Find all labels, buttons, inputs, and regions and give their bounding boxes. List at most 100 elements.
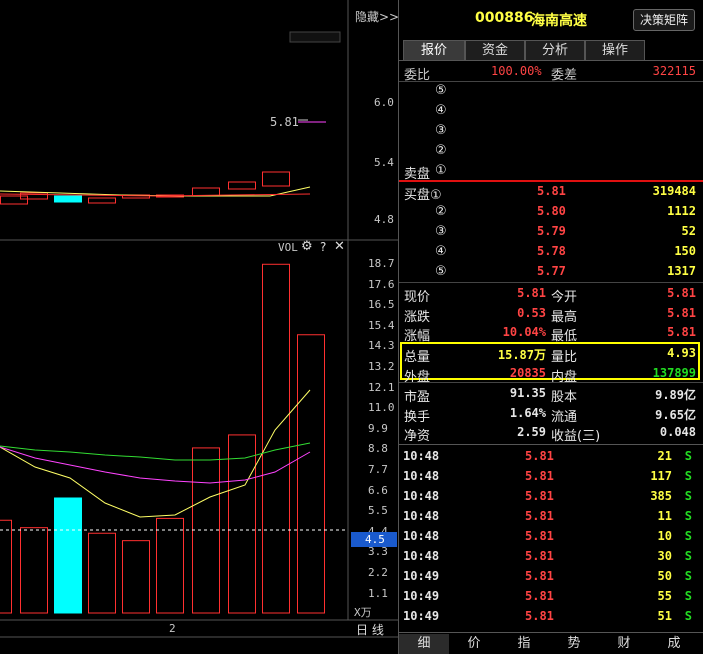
help-icon[interactable]: ? — [320, 240, 326, 254]
volume_box-value: 137899 — [652, 365, 696, 380]
quote-value: 0.53 — [517, 305, 546, 320]
quote-label: 涨跌 — [404, 309, 431, 325]
buy-level-price: 5.79 — [537, 224, 566, 238]
buy-level-label: ② — [435, 204, 447, 219]
buy-level-volume: 52 — [681, 224, 696, 238]
volume-axis-tick: 6.6 — [368, 483, 388, 497]
buy-level-row: ⑤ 5.77 1317 — [399, 262, 703, 282]
tick-price: 5.81 — [525, 549, 554, 563]
tick-price: 5.81 — [525, 589, 554, 603]
volume-axis-tick: 18.7 — [368, 257, 395, 270]
volume-bar — [88, 532, 116, 614]
tick-time: 10:48 — [403, 489, 440, 503]
tab-quote[interactable]: 报价 — [403, 40, 465, 60]
volume-axis-tick: 2.2 — [368, 566, 388, 579]
tick-price: 5.81 — [525, 569, 554, 583]
gear-icon[interactable]: ⚙ — [301, 239, 313, 254]
quote-value: 5.81 — [667, 325, 696, 339]
tab-funds[interactable]: 资金 — [465, 40, 525, 60]
fundamentals-label: 净资 — [404, 429, 431, 444]
bottom-tab-finance[interactable]: 财 — [599, 634, 649, 654]
tick-side: S — [684, 609, 692, 623]
tick-side: S — [684, 469, 692, 483]
quote-panel: 隐藏>> 000886 海南高速 决策矩阵 报价 资金 分析 操作 委比 100… — [355, 0, 703, 654]
chart-canvas[interactable] — [0, 0, 398, 654]
tick-row: 10:48 5.81 117 S — [399, 467, 703, 487]
price-axis-tick: 6.0 — [374, 96, 394, 109]
volume_box-value: 20835 — [509, 365, 546, 380]
bottom-tab-price[interactable]: 价 — [449, 634, 499, 654]
fundamentals-value: 91.35 — [509, 386, 546, 400]
volume-bar — [262, 263, 290, 614]
price-marker-label: 5.81 — [270, 115, 299, 129]
tick-volume: 30 — [657, 549, 672, 563]
volume-axis-tick: 12.1 — [368, 380, 395, 394]
tick-row: 10:48 5.81 11 S — [399, 507, 703, 527]
period-label[interactable]: 日 线 — [356, 621, 384, 638]
bottom-tab-index[interactable]: 指 — [499, 634, 549, 654]
buy-level-label: 买盘① — [404, 188, 442, 203]
tick-side: S — [684, 549, 692, 563]
quote-row: 涨幅 10.04% 最低 5.81 — [399, 323, 703, 344]
kline-chart[interactable]: 6.0 5.4 4.8 5.81 VOL ⚙ ? ✕ 18.7 17.6 16.5 1… — [0, 0, 398, 654]
buy-level-label: ④ — [435, 244, 447, 259]
volume-bar — [122, 540, 150, 614]
price-candle — [0, 195, 28, 205]
tick-row: 10:49 5.81 55 S — [399, 587, 703, 607]
tick-side: S — [684, 509, 692, 523]
close-icon[interactable]: ✕ — [334, 239, 345, 254]
tick-time: 10:49 — [403, 569, 440, 583]
tick-side: S — [684, 489, 692, 503]
volume-axis-tick: 11.0 — [368, 401, 395, 415]
volume-axis-tick: 1.1 — [368, 586, 388, 600]
tab-operation[interactable]: 操作 — [585, 40, 645, 60]
buy-level-price: 5.77 — [537, 264, 566, 278]
tick-volume: 11 — [657, 509, 672, 523]
fundamentals-label: 市盈 — [404, 390, 431, 405]
tick-row: 10:48 5.81 30 S — [399, 547, 703, 567]
fundamentals-label: 流通 — [551, 409, 578, 425]
quote-row: 涨跌 0.53 最高 5.81 — [399, 304, 703, 325]
volume-unit-label: X万 — [354, 606, 372, 619]
bottom-tab-deals[interactable]: 成 — [649, 634, 699, 654]
buy-level-price: 5.78 — [537, 244, 566, 258]
tick-time: 10:49 — [403, 609, 440, 623]
buy-level-row: 买盘① 5.81 319484 — [399, 182, 703, 203]
tick-volume: 117 — [650, 469, 672, 483]
volume-bar — [20, 527, 48, 614]
bottom-tab-trend[interactable]: 势 — [549, 634, 599, 654]
quote-label: 今开 — [551, 290, 578, 305]
fundamentals-label: 换手 — [404, 409, 431, 425]
fundamentals-value: 1.64% — [509, 405, 546, 420]
volume-bar — [0, 519, 12, 614]
stock-code: 000886 — [475, 10, 534, 26]
buy-level-label: ③ — [435, 224, 447, 239]
tick-row: 10:48 5.81 21 S — [399, 447, 703, 467]
sell-level-5: ⑤ — [435, 83, 447, 98]
tick-price: 5.81 — [525, 449, 554, 463]
tab-analysis[interactable]: 分析 — [525, 40, 585, 60]
tick-time: 10:49 — [403, 589, 440, 603]
price-candle — [228, 181, 256, 190]
volume_box-row: 外盘 20835 内盘 137899 — [399, 364, 703, 385]
tick-side: S — [684, 589, 692, 603]
sell-level-2: ② — [435, 143, 447, 158]
buy-level-label: ⑤ — [435, 264, 447, 279]
hide-panel-link[interactable]: 隐藏>> — [355, 8, 399, 25]
fundamentals-label: 收益(三) — [551, 429, 601, 444]
fundamentals-row: 净资 2.59 收益(三) 0.048 — [399, 423, 703, 444]
buy-level-price: 5.81 — [537, 184, 566, 198]
tick-time: 10:48 — [403, 529, 440, 543]
tick-volume: 51 — [657, 609, 672, 623]
sell-level-4: ④ — [435, 103, 447, 118]
quote-value: 5.81 — [517, 286, 546, 300]
volume-axis-tick: 7.7 — [368, 463, 388, 476]
quote-value: 5.81 — [667, 286, 696, 300]
order-diff-value: 322115 — [652, 64, 696, 78]
bottom-tab-detail[interactable]: 细 — [399, 634, 449, 654]
volume-bar — [156, 517, 184, 614]
volume-axis-tick: 3.3 — [368, 545, 388, 559]
decision-matrix-button[interactable]: 决策矩阵 — [633, 9, 695, 31]
tick-side: S — [684, 449, 692, 463]
tick-volume: 50 — [657, 569, 672, 583]
